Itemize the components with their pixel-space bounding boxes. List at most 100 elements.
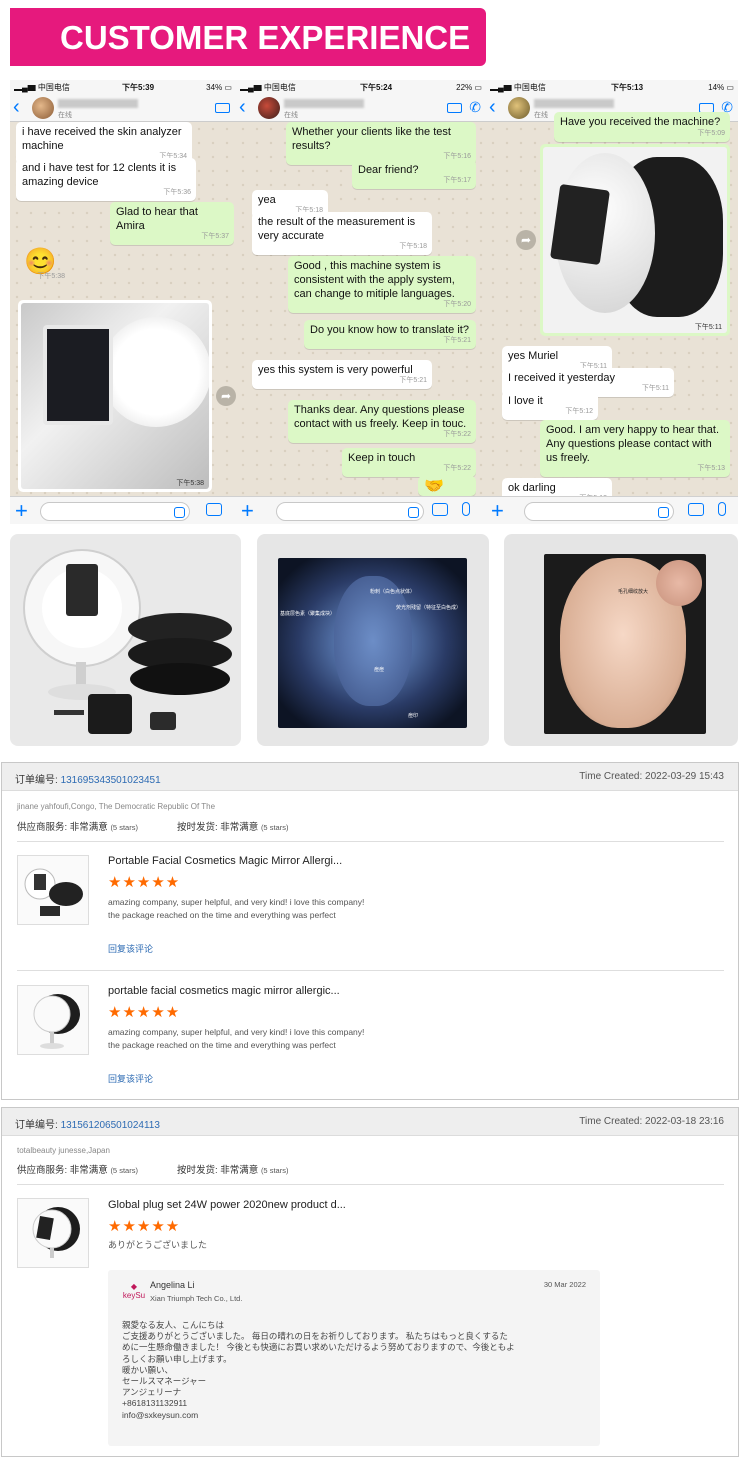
phone-call-icon[interactable]: ✆ [469,99,481,116]
review-text: amazing company, super helpful, and very… [108,1027,365,1050]
seller-reply: ◆ keySu Angelina Li Xian Triumph Tech Co.… [108,1270,600,1446]
clock: 下午5:39 [122,82,155,92]
contact-name-blurred [58,99,138,108]
sticker-icon[interactable] [658,507,669,518]
clock: 下午5:24 [360,82,393,92]
annotation-label: 毛孔细纹放大 [618,589,649,595]
message-bubble: and i have test for 12 clents it is amaz… [16,158,196,201]
order-header: 订单编号: 131561206501024113 Time Created: 2… [2,1108,738,1136]
message-input[interactable] [276,502,424,521]
back-icon[interactable]: ‹ [489,96,496,119]
on-time-delivery-rating: 按时发货: 非常满意 (5 stars) [177,1165,289,1176]
annotation-label: 粉刺（白色点状体） [370,589,416,595]
message-bubble: Glad to hear that Amira 下午5:37 [110,202,234,245]
contact-name-blurred [284,99,364,108]
signal-icon: ▂▄▆ [490,82,512,92]
skin-analyzer-kit-image [23,549,232,734]
avatar[interactable] [258,97,280,119]
product-thumbnail[interactable] [17,1198,89,1268]
message-bubble: Good. I am very happy to hear that. Any … [540,420,730,477]
banner-title: CUSTOMER EXPERIENCE [60,19,471,56]
product-thumbnail[interactable] [17,855,89,925]
divider [17,841,724,842]
microphone-icon[interactable] [718,502,726,516]
avatar[interactable] [508,97,530,119]
order-number-link[interactable]: 131561206501024113 [61,1120,160,1131]
on-time-delivery-rating: 按时发货: 非常满意 (5 stars) [177,822,289,833]
plus-icon[interactable]: + [15,498,28,524]
message-input[interactable] [524,502,674,521]
phone-1: ▂▄▆ 中国电信 下午5:39 34% ▭ ‹ 在线 i have receiv… [10,80,236,524]
signal-icon: ▂▄▆ [14,82,36,92]
reply-date: 30 Mar 2022 [543,1280,586,1289]
time-created: Time Created: 2022-03-29 15:43 [579,771,724,782]
product-title[interactable]: Global plug set 24W power 2020new produc… [108,1199,346,1211]
back-icon[interactable]: ‹ [239,96,246,119]
camera-icon[interactable] [432,503,448,516]
product-title[interactable]: portable facial cosmetics magic mirror a… [108,985,340,997]
plus-icon[interactable]: + [491,498,504,524]
microphone-icon[interactable] [462,502,470,516]
online-status: 在线 [58,112,72,119]
carrier: 中国电信 [37,82,70,92]
image-message[interactable]: 下午5:11 [540,144,730,336]
sticker-icon[interactable] [174,507,185,518]
carrier: 中国电信 [513,82,546,92]
camera-icon[interactable] [688,503,704,516]
divider [17,970,724,971]
forward-icon[interactable]: ➦ [216,386,236,406]
message-bubble: Dear friend? 下午5:17 [352,160,476,189]
avatar[interactable] [32,97,54,119]
battery-icon: ▭ [474,82,482,92]
status-bar: ▂▄▆ 中国电信 下午5:24 22% ▭ [236,80,486,94]
time-created: Time Created: 2022-03-18 23:16 [579,1116,724,1127]
battery-level: 14% [708,82,725,92]
carrier: 中国电信 [263,82,296,92]
online-status: 在线 [284,112,298,119]
video-call-icon[interactable] [215,103,230,113]
battery-level: 34% [206,82,223,92]
battery-level: 22% [456,82,473,92]
message-bubble: Good , this machine system is consistent… [288,256,476,313]
divider [17,1184,724,1185]
buyer-info: totalbeauty junesse,Japan [17,1146,110,1155]
video-call-icon[interactable] [447,103,462,113]
battery-icon: ▭ [224,82,232,92]
plus-icon[interactable]: + [241,498,254,524]
forward-icon[interactable]: ➦ [516,230,536,250]
status-bar: ▂▄▆ 中国电信 下午5:13 14% ▭ [486,80,738,94]
order-number-link[interactable]: 131695343501023451 [61,775,161,786]
annotation-label: 痘痘 [374,667,385,673]
seller-company: Xian Triumph Tech Co., Ltd. [150,1294,243,1303]
message-bubble: Thanks dear. Any questions please contac… [288,400,476,443]
camera-icon[interactable] [206,503,222,516]
battery-icon: ▭ [726,82,734,92]
compose-bar: + [236,496,486,524]
seller-logo: ◆ keySu [122,1282,146,1300]
emoji-message: 🤝 [418,476,476,496]
message-bubble: Keep in touch 下午5:22 [342,448,476,477]
chat-header: ‹ 在线 [10,94,236,122]
star-rating: ★★★★★ [108,1218,181,1235]
annotation-label: 荧光剂残留（特征至白色成） [396,605,462,611]
image-message[interactable]: 下午5:38 [18,300,212,492]
back-icon[interactable]: ‹ [13,96,20,119]
compose-bar: + [10,496,236,524]
annotation-label: 基底层色素（聚集成块） [280,611,336,617]
message-input[interactable] [40,502,190,521]
product-title[interactable]: Portable Facial Cosmetics Magic Mirror A… [108,855,342,867]
product-photo-kit [10,534,241,746]
buyer-info: jinane yahfoufi,Congo, The Democratic Re… [17,802,216,811]
order-header: 订单编号: 131695343501023451 Time Created: 2… [2,763,738,791]
sticker-icon[interactable] [408,507,419,518]
order-number: 订单编号: 131561206501024113 [15,1120,160,1131]
emoji-message: 😊 下午5:38 [24,246,65,280]
reply-review-link[interactable]: 回复该评论 [108,942,153,955]
order-number: 订单编号: 131695343501023451 [15,775,161,786]
reply-review-link[interactable]: 回复该评论 [108,1072,153,1085]
signal-icon: ▂▄▆ [240,82,262,92]
phone-2: ▂▄▆ 中国电信 下午5:24 22% ▭ ‹ 在线 ✆ Whether you… [236,80,486,524]
seller-name: Angelina Li [150,1280,195,1290]
star-rating: ★★★★★ [108,1004,181,1021]
product-thumbnail[interactable] [17,985,89,1055]
